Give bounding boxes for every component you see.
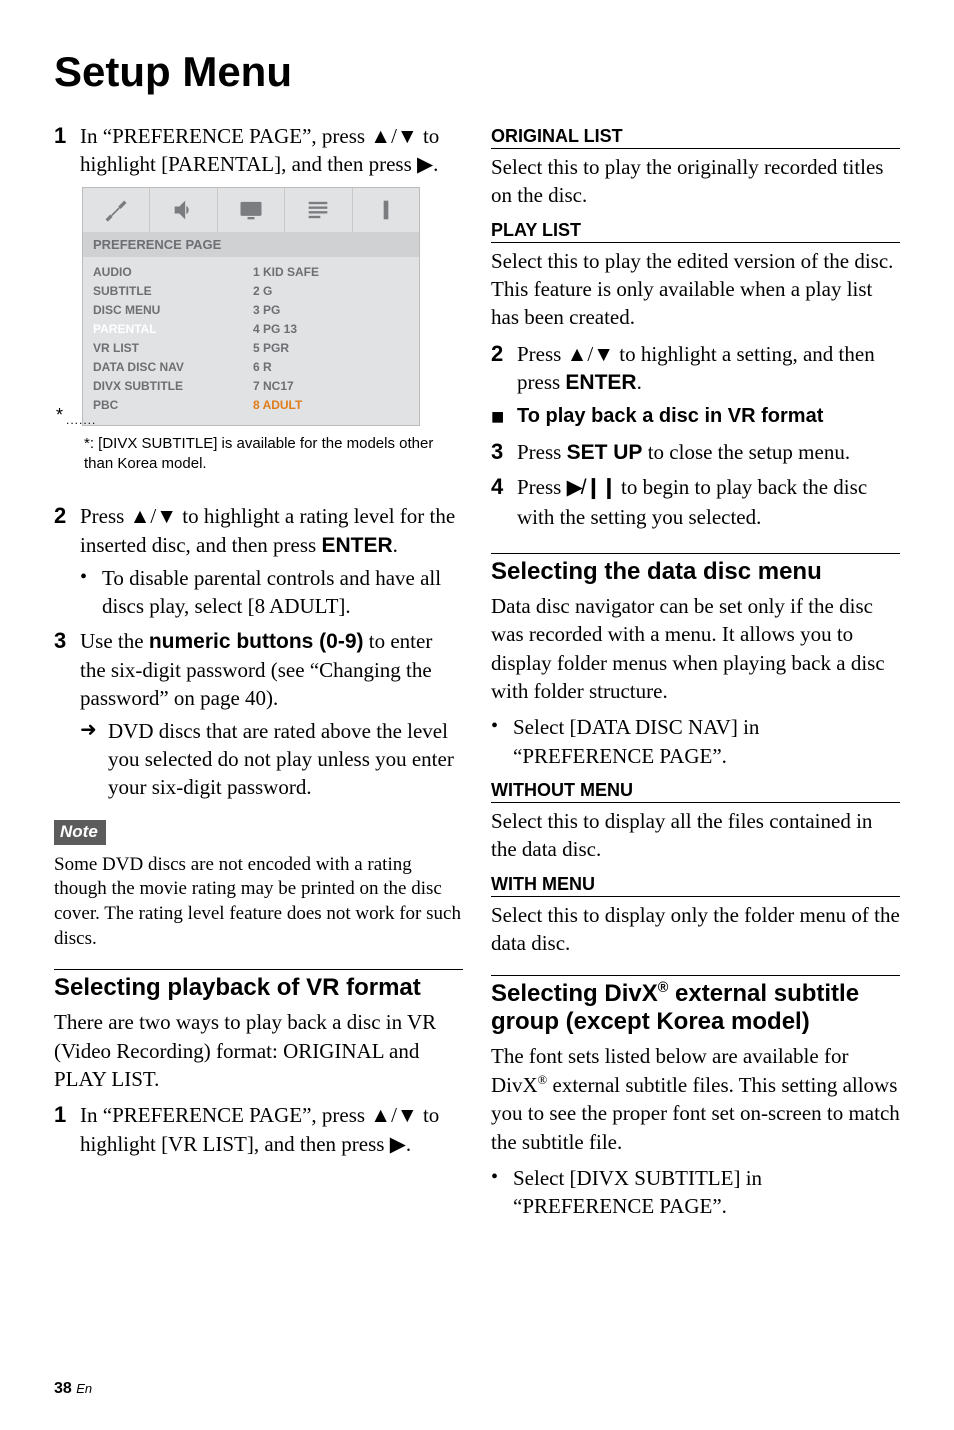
black-square-icon: ■ bbox=[491, 403, 517, 432]
step-text: In “PREFERENCE PAGE”, press ▲/▼ to highl… bbox=[80, 1101, 463, 1158]
display-icon bbox=[218, 188, 285, 232]
step-number: 1 bbox=[54, 1101, 80, 1130]
bullet-text: To disable parental controls and have al… bbox=[102, 564, 463, 621]
section-divider bbox=[54, 969, 463, 970]
osd-row-highlighted: PARENTAL4 PG 13 bbox=[83, 320, 419, 339]
arrow-right-icon: ➜ bbox=[80, 717, 108, 744]
osd-row: DIVX SUBTITLE7 NC17 bbox=[83, 377, 419, 396]
step-text: Press ▲/▼ to highlight a rating level fo… bbox=[80, 502, 463, 560]
page-footer: 38 En bbox=[54, 1380, 92, 1398]
osd-row: DISC MENU3 PG bbox=[83, 301, 419, 320]
bullet-text: Select [DATA DISC NAV] in “PREFERENCE PA… bbox=[513, 713, 900, 770]
osd-tab-bar bbox=[83, 188, 419, 232]
section-divider bbox=[491, 553, 900, 554]
step-number: 1 bbox=[54, 122, 80, 151]
paragraph: Data disc navigator can be set only if t… bbox=[491, 592, 900, 705]
step-text: In “PREFERENCE PAGE”, press ▲/▼ to highl… bbox=[80, 122, 463, 179]
osd-body: AUDIO1 KID SAFE SUBTITLE2 G DISC MENU3 P… bbox=[83, 257, 419, 425]
square-bullet-line: ■ To play back a disc in VR format bbox=[491, 403, 900, 432]
wrench-icon bbox=[83, 188, 150, 232]
osd-row: PBC8 ADULT bbox=[83, 396, 419, 415]
result-item: ➜ DVD discs that are rated above the lev… bbox=[80, 717, 463, 802]
step-number: 3 bbox=[491, 438, 517, 467]
paragraph: Select this to display all the files con… bbox=[491, 807, 900, 864]
bullet-icon: • bbox=[491, 713, 513, 740]
osd-section-title: PREFERENCE PAGE bbox=[83, 232, 419, 257]
left-step-2: 2 Press ▲/▼ to highlight a rating level … bbox=[54, 502, 463, 560]
paragraph: Select this to display only the folder m… bbox=[491, 901, 900, 958]
paragraph: Select this to play the edited version o… bbox=[491, 247, 900, 332]
square-bullet-text: To play back a disc in VR format bbox=[517, 403, 900, 430]
left-step-3: 3 Use the numeric buttons (0-9) to enter… bbox=[54, 627, 463, 713]
sub-heading-playlist: PLAY LIST bbox=[491, 220, 900, 243]
right-column: ORIGINAL LIST Select this to play the or… bbox=[491, 116, 900, 1225]
section-heading-data-disc: Selecting the data disc menu bbox=[491, 558, 900, 586]
star-icon: * bbox=[56, 405, 63, 426]
step-number: 3 bbox=[54, 627, 80, 656]
section-heading-divx: Selecting DivX® external subtitle group … bbox=[491, 980, 900, 1036]
speaker-icon bbox=[150, 188, 217, 232]
page-title: Setup Menu bbox=[54, 48, 900, 96]
bullet-text: Select [DIVX SUBTITLE] in “PREFERENCE PA… bbox=[513, 1164, 900, 1221]
step-number: 4 bbox=[491, 473, 517, 502]
bullet-item: • To disable parental controls and have … bbox=[80, 564, 463, 621]
section-heading-vr: Selecting playback of VR format bbox=[54, 974, 463, 1002]
sub-heading-without-menu: WITHOUT MENU bbox=[491, 780, 900, 803]
star-leader-dots: ....... bbox=[66, 413, 96, 427]
sub-heading-original: ORIGINAL LIST bbox=[491, 126, 900, 149]
osd-row: VR LIST5 PGR bbox=[83, 339, 419, 358]
right-step-3: 3 Press SET UP to close the setup menu. bbox=[491, 438, 900, 467]
bullet-icon: • bbox=[491, 1164, 513, 1191]
step-text: Press SET UP to close the setup menu. bbox=[517, 438, 900, 467]
paragraph: The font sets listed below are available… bbox=[491, 1042, 900, 1155]
osd-footnote: *: [DIVX SUBTITLE] is available for the … bbox=[84, 434, 463, 475]
vr-step-1: 1 In “PREFERENCE PAGE”, press ▲/▼ to hig… bbox=[54, 1101, 463, 1158]
bullet-item: • Select [DIVX SUBTITLE] in “PREFERENCE … bbox=[491, 1164, 900, 1221]
bullet-item: • Select [DATA DISC NAV] in “PREFERENCE … bbox=[491, 713, 900, 770]
bullet-icon: • bbox=[80, 564, 102, 591]
right-step-4: 4 Press ▶/❙❙ to begin to play back the d… bbox=[491, 473, 900, 531]
osd-row: SUBTITLE2 G bbox=[83, 282, 419, 301]
step-text: Press ▶/❙❙ to begin to play back the dis… bbox=[517, 473, 900, 531]
step-number: 2 bbox=[54, 502, 80, 531]
registered-icon: ® bbox=[658, 980, 669, 996]
paragraph: There are two ways to play back a disc i… bbox=[54, 1008, 463, 1093]
note-body: Some DVD discs are not encoded with a ra… bbox=[54, 853, 463, 952]
osd-row: DATA DISC NAV6 R bbox=[83, 358, 419, 377]
osd-screenshot: * ....... PREFERENCE PAGE AUDIO1 KID SAF… bbox=[82, 187, 463, 426]
left-column: 1 In “PREFERENCE PAGE”, press ▲/▼ to hig… bbox=[54, 116, 463, 1225]
section-divider bbox=[491, 975, 900, 976]
page-number: 38 bbox=[54, 1380, 72, 1397]
left-step-1: 1 In “PREFERENCE PAGE”, press ▲/▼ to hig… bbox=[54, 122, 463, 179]
step-text: Press ▲/▼ to highlight a setting, and th… bbox=[517, 340, 900, 398]
list-icon bbox=[285, 188, 352, 232]
paragraph: Select this to play the originally recor… bbox=[491, 153, 900, 210]
result-text: DVD discs that are rated above the level… bbox=[108, 717, 463, 802]
sub-heading-with-menu: WITH MENU bbox=[491, 874, 900, 897]
osd-row: AUDIO1 KID SAFE bbox=[83, 263, 419, 282]
play-pause-icon: ▶/❙❙ bbox=[567, 476, 616, 499]
bar-icon bbox=[353, 188, 419, 232]
right-step-2: 2 Press ▲/▼ to highlight a setting, and … bbox=[491, 340, 900, 398]
step-number: 2 bbox=[491, 340, 517, 369]
note-label: Note bbox=[54, 820, 106, 845]
registered-icon: ® bbox=[538, 1073, 548, 1087]
step-text: Use the numeric buttons (0-9) to enter t… bbox=[80, 627, 463, 713]
page-lang: En bbox=[76, 1381, 92, 1396]
